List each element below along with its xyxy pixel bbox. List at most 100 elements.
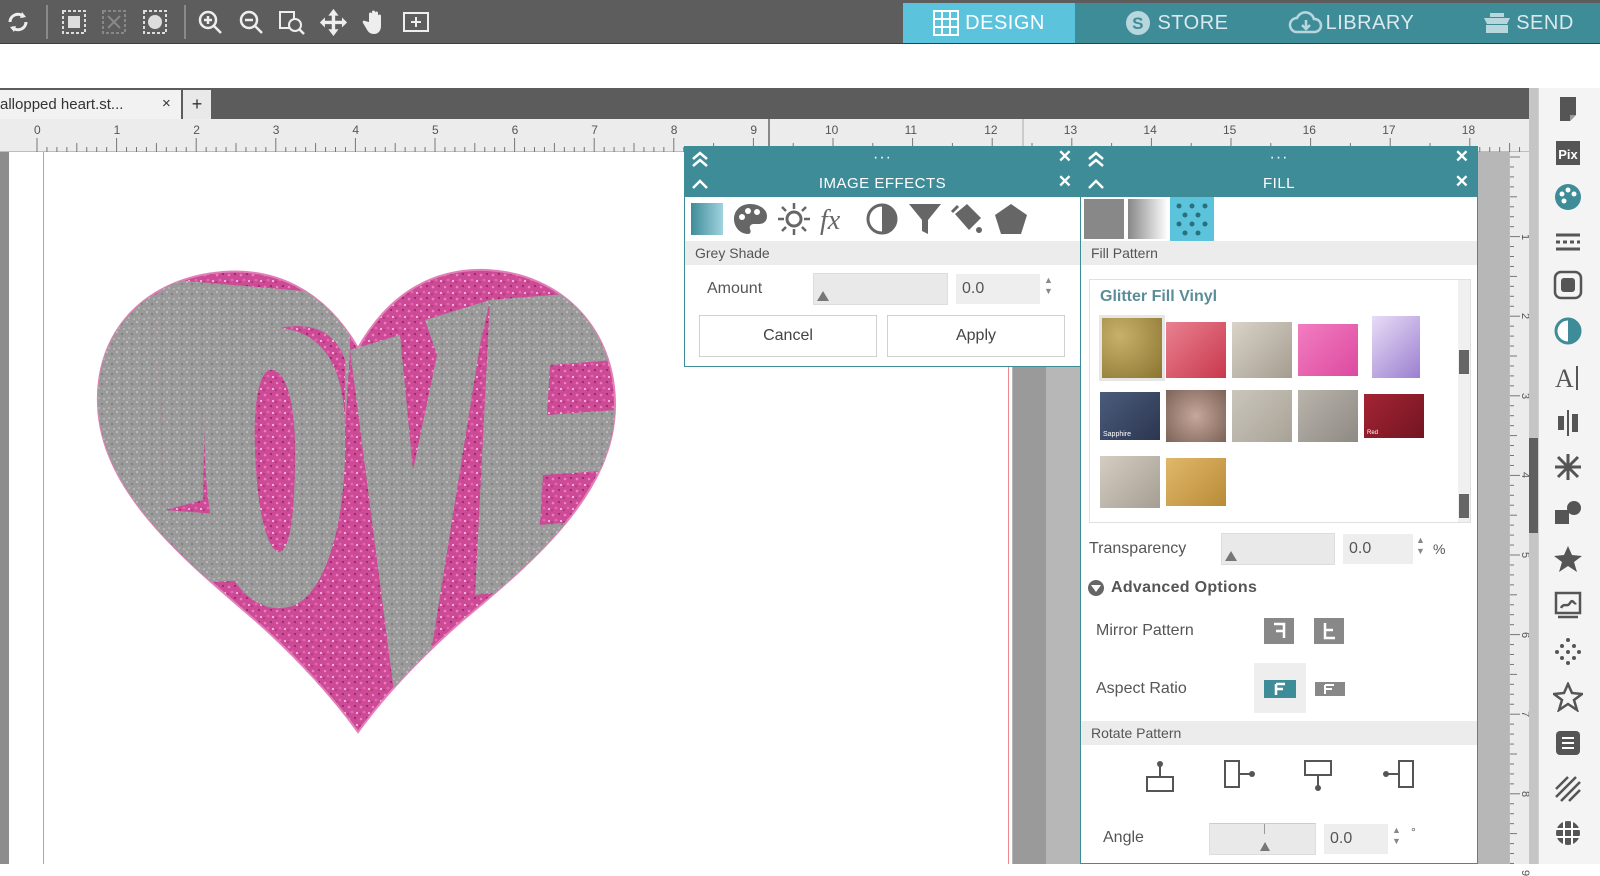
swatch-pearl[interactable] (1100, 456, 1160, 508)
page-setup-icon[interactable] (1551, 92, 1585, 126)
swatch-champagne[interactable] (1232, 322, 1292, 378)
zoom-in-icon[interactable] (196, 8, 224, 36)
sub-toolbar (0, 44, 1600, 88)
gradient-fill-icon[interactable] (1128, 199, 1168, 239)
ruler-number: 18 (1461, 123, 1476, 137)
pixscan-icon[interactable]: Pix (1551, 136, 1585, 170)
aspect-keep-button[interactable] (1254, 663, 1306, 713)
drag-handle[interactable]: ··· (1270, 149, 1289, 167)
swatch-red[interactable]: Red (1364, 394, 1424, 438)
rotate-180-icon[interactable] (1303, 759, 1333, 793)
add-page-icon[interactable] (402, 8, 430, 36)
scrollbar-thumb[interactable] (1529, 438, 1538, 533)
tab-send[interactable]: SEND (1462, 3, 1592, 43)
svg-text:A: A (1555, 364, 1574, 392)
love-heart-design[interactable] (95, 260, 635, 750)
select-color-icon[interactable] (141, 8, 169, 36)
transparency-slider[interactable] (1221, 533, 1335, 565)
swatch-pewter[interactable] (1298, 390, 1358, 442)
paint-bucket-icon[interactable] (949, 202, 985, 236)
hatch-icon[interactable] (1551, 772, 1585, 806)
amount-value[interactable]: 0.0 (956, 274, 1040, 304)
move-icon[interactable] (319, 8, 347, 36)
library-scrollbar[interactable] (1458, 280, 1470, 522)
align-icon[interactable] (1551, 406, 1585, 440)
mirror-vertical-icon[interactable] (1314, 618, 1344, 644)
replicate-icon[interactable] (1551, 450, 1585, 484)
ungroup-icon[interactable] (100, 8, 128, 36)
swatch-rose-gold[interactable] (1166, 390, 1226, 442)
swatch-sapphire[interactable]: Sapphire (1100, 392, 1160, 440)
ruler-number: 9 (1519, 870, 1532, 876)
amount-slider[interactable] (813, 273, 948, 305)
svg-text:fx: fx (820, 205, 841, 236)
rotate-270-icon[interactable] (1381, 759, 1415, 789)
add-tab-button[interactable]: + (183, 90, 211, 119)
zoom-out-icon[interactable] (237, 8, 265, 36)
transparency-value[interactable]: 0.0 (1343, 534, 1413, 564)
image-effects-icon[interactable] (1551, 314, 1585, 348)
swatch-silver[interactable] (1232, 390, 1292, 442)
brightness-icon[interactable] (776, 202, 812, 236)
line-style-icon[interactable] (1551, 224, 1585, 258)
swatch-pink-red[interactable] (1166, 322, 1226, 378)
ruler-number: 15 (1223, 123, 1237, 137)
trace-icon[interactable] (1551, 588, 1585, 622)
expand-advanced-icon[interactable] (1087, 579, 1105, 597)
solid-fill-icon[interactable] (1084, 199, 1124, 239)
zoom-fit-icon[interactable] (278, 8, 306, 36)
amount-stepper[interactable]: ▲ ▼ (1044, 275, 1054, 297)
star-outline-icon[interactable] (1551, 680, 1585, 714)
sketch-dots-icon[interactable] (1551, 634, 1585, 668)
transform-icon[interactable] (1551, 496, 1585, 530)
close-panel-icon[interactable]: ✕ (1455, 147, 1469, 167)
apply-button[interactable]: Apply (887, 315, 1065, 357)
close-icon[interactable]: ✕ (1058, 172, 1072, 192)
pattern-fill-icon[interactable] (1170, 197, 1214, 241)
group-icon[interactable] (60, 8, 88, 36)
close-tab-icon[interactable]: × (162, 95, 171, 112)
tab-store[interactable]: S STORE (1112, 3, 1242, 43)
library-send-icon[interactable] (1551, 726, 1585, 760)
cancel-button[interactable]: Cancel (699, 315, 877, 357)
panel-title: IMAGE EFFECTS (818, 175, 947, 192)
close-icon[interactable]: ✕ (1455, 172, 1469, 192)
text-style-icon[interactable]: A (1551, 360, 1585, 394)
angle-stepper[interactable]: ▲ ▼ (1392, 825, 1402, 847)
pan-hand-icon[interactable] (361, 8, 389, 36)
fx-effect-icon[interactable]: fx (820, 202, 856, 236)
sync-icon[interactable] (4, 8, 32, 36)
collapse-all-icon[interactable] (691, 151, 709, 167)
collapse-all-icon[interactable] (1087, 151, 1105, 167)
fill-palette-icon[interactable] (1551, 180, 1585, 214)
swatch-gold-glitter[interactable] (1099, 315, 1165, 381)
advanced-options-label[interactable]: Advanced Options (1111, 579, 1257, 597)
swatch-hot-pink[interactable] (1298, 324, 1358, 376)
drag-handle[interactable]: ··· (873, 149, 892, 167)
amount-label: Amount (707, 280, 763, 297)
close-panel-icon[interactable]: ✕ (1058, 147, 1072, 167)
star-shape-icon[interactable] (1551, 542, 1585, 576)
mirror-horizontal-icon[interactable] (1264, 618, 1294, 644)
aspect-stretch-icon[interactable] (1315, 682, 1345, 696)
swatch-gold[interactable] (1166, 458, 1226, 506)
angle-slider[interactable] (1209, 823, 1316, 855)
angle-value[interactable]: 0.0 (1324, 824, 1388, 854)
grid-settings-icon[interactable] (1551, 816, 1585, 850)
filter-funnel-icon[interactable] (907, 202, 943, 236)
document-tab[interactable]: allopped heart.st... × (0, 90, 181, 119)
rotate-pattern-header: Rotate Pattern (1081, 721, 1477, 745)
palette-effect-icon[interactable] (732, 202, 768, 236)
rotate-0-icon[interactable] (1145, 759, 1175, 793)
tab-design[interactable]: DESIGN (903, 3, 1075, 43)
offset-icon[interactable] (1551, 268, 1585, 302)
tab-library[interactable]: LIBRARY (1276, 3, 1426, 43)
gradient-effect-icon[interactable] (690, 202, 724, 236)
fill-type-toolbar (1081, 197, 1477, 241)
contrast-icon[interactable] (865, 202, 899, 236)
canvas-scrollbar[interactable] (1529, 88, 1538, 864)
swatch-lavender[interactable] (1372, 316, 1420, 378)
pentagon-icon[interactable] (993, 202, 1029, 236)
transparency-stepper[interactable]: ▲ ▼ (1416, 535, 1426, 557)
rotate-90-icon[interactable] (1223, 759, 1257, 789)
